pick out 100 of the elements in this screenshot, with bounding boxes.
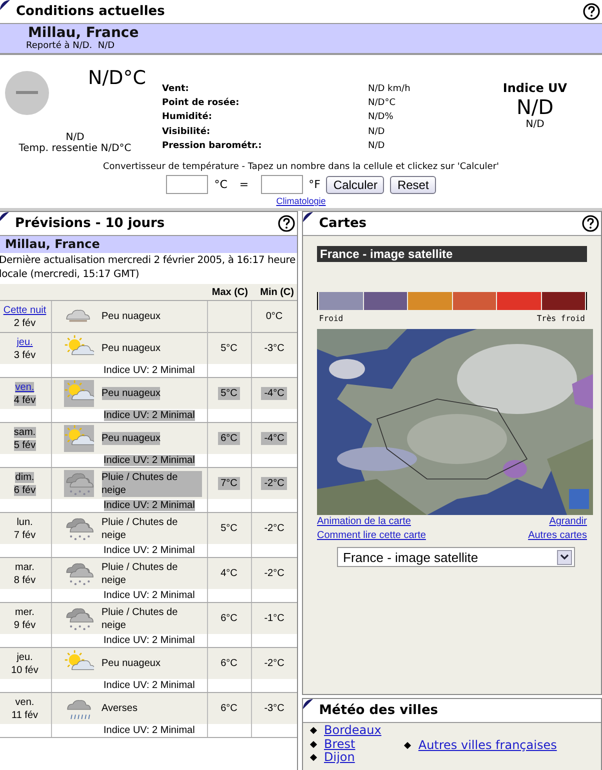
condition-text: Averses (102, 702, 138, 715)
section-title: Météo des villes (319, 703, 438, 718)
day-label: ven. (15, 696, 34, 708)
condition-text: Peu nuageux (102, 387, 160, 400)
uv-index: Indice UV: 2 Minimal (104, 544, 195, 556)
legend-label: Très froid (536, 314, 585, 323)
section-title: Conditions actuelles (16, 4, 165, 19)
report-time: Reporté à N/D. N/D (26, 41, 116, 51)
min-temp: 0°C (264, 310, 284, 323)
min-temp: -4°C (261, 432, 288, 445)
day-label: mar. (15, 562, 34, 572)
max-temp: 6°C (220, 612, 238, 625)
max-temp: 6°C (220, 657, 238, 670)
condition-text: Peu nuageux (102, 432, 160, 445)
celsius-field[interactable] (166, 175, 208, 194)
condition-text: N/D (66, 132, 84, 143)
update-text: Dernière actualisation mercredi 2 février 2005, à 16:17 heure locale (mercredi, 15:17 GMT) (0, 254, 296, 282)
fahrenheit-field[interactable] (260, 175, 303, 194)
converter-button[interactable]: Calculer (326, 176, 384, 194)
max-temp: 6°C (220, 702, 238, 715)
help-icon[interactable] (583, 3, 600, 20)
uv-index: Indice UV: 2 Minimal (104, 454, 195, 466)
max-temp: 5°C (220, 342, 238, 355)
map-link[interactable]: Autres cartes (528, 529, 587, 543)
detail-label: Visibilité: (162, 126, 212, 139)
uv-text: N/D (526, 119, 544, 130)
condition-text: Pluie / Chutes de neige (102, 560, 179, 586)
date-label: 10 fév (11, 664, 38, 676)
min-temp: -2°C (261, 477, 288, 490)
min-temp: -3°C (263, 342, 286, 355)
detail-label: Vent: (162, 83, 190, 96)
max-temp: 4°C (220, 567, 238, 580)
city-link[interactable]: Autres villes françaises (418, 739, 557, 752)
map-link[interactable]: Animation de la carte (317, 515, 411, 529)
uv-index: Indice UV: 2 Minimal (104, 590, 195, 600)
day-label: jeu. (16, 652, 33, 662)
section-title: Prévisions - 10 jours (15, 216, 165, 231)
date-label: 7 fév (14, 530, 36, 540)
date-label: 8 fév (14, 574, 36, 586)
condition-text: Pluie / Chutes de neige (102, 606, 179, 632)
help-icon[interactable] (582, 215, 599, 232)
map-dropdown[interactable]: France - image satellite (337, 547, 575, 567)
condition-text: Pluie / Chutes de neige (102, 516, 179, 542)
legend-label: Froid (319, 314, 344, 323)
caret-icon (560, 554, 569, 560)
date-label: 3 fév (14, 350, 36, 360)
day-label: dim. (15, 472, 34, 482)
day-label: lun. (16, 516, 33, 528)
condition-text: Peu nuageux (102, 342, 160, 355)
detail-label: Pression barométr.: (162, 140, 263, 153)
map-title: France - image satellite (317, 246, 587, 262)
location-name: Millau, France (28, 25, 140, 41)
condition-text: Peu nuageux (102, 657, 160, 670)
detail-value: N/D km/h (368, 83, 412, 96)
bullet-icon (404, 742, 412, 750)
equals-sign: = (239, 178, 249, 191)
min-temp: -4°C (261, 387, 288, 400)
column-header: Min (C) (251, 284, 297, 300)
detail-value: N/D% (368, 111, 394, 124)
map-link[interactable]: Comment lire cette carte (317, 529, 426, 543)
unit-label: °C (214, 178, 228, 191)
uv-index: Indice UV: 2 Minimal (104, 724, 195, 736)
city-link[interactable]: Brest (324, 738, 356, 751)
day-link[interactable]: Cette nuit (3, 304, 46, 316)
condition-text: Pluie / Chutes de neige (102, 470, 202, 496)
date-label: 5 fév (14, 440, 36, 450)
uv-index: Indice UV: 2 Minimal (104, 680, 195, 690)
location-name: Millau, France (5, 237, 101, 251)
detail-label: Point de rosée: (162, 97, 240, 110)
converter-instructions: Convertisseur de température - Tapez un nombre dans la cellule et clickez sur 'Calculer' (102, 162, 499, 172)
min-temp: -1°C (263, 612, 286, 625)
detail-value: N/D°C (368, 97, 396, 110)
converter-button[interactable]: Reset (390, 176, 436, 194)
date-label: 4 fév (14, 394, 36, 406)
detail-value: N/D (368, 140, 386, 153)
detail-value: N/D (368, 126, 386, 139)
uv-index: Indice UV: 2 Minimal (104, 634, 195, 646)
climatology-link[interactable]: Climatologie (276, 196, 326, 206)
detail-label: Humidité: (162, 111, 213, 124)
uv-index: Indice UV: 2 Minimal (104, 500, 195, 510)
column-header: Max (C) (207, 284, 251, 300)
min-temp: -3°C (263, 702, 286, 715)
city-link[interactable]: Dijon (324, 751, 355, 764)
max-temp: 6°C (218, 432, 240, 445)
day-label: mer. (15, 606, 34, 618)
bullet-icon (310, 754, 318, 762)
date-label: 2 fév (14, 318, 36, 328)
max-temp: 7°C (218, 477, 240, 490)
condition-text: Peu nuageux (102, 310, 160, 323)
unit-label: °F (308, 178, 320, 191)
day-link[interactable]: ven. (15, 382, 34, 392)
day-link[interactable]: jeu. (16, 336, 33, 348)
help-icon[interactable] (278, 215, 295, 232)
date-label: 9 fév (14, 620, 36, 630)
day-label: sam. (14, 426, 36, 438)
uv-value: N/D (516, 95, 554, 119)
feels-like: Temp. ressentie N/D°C (18, 143, 132, 154)
city-link[interactable]: Bordeaux (324, 724, 382, 738)
bullet-icon (310, 740, 318, 748)
map-link[interactable]: Agrandir (549, 515, 587, 529)
